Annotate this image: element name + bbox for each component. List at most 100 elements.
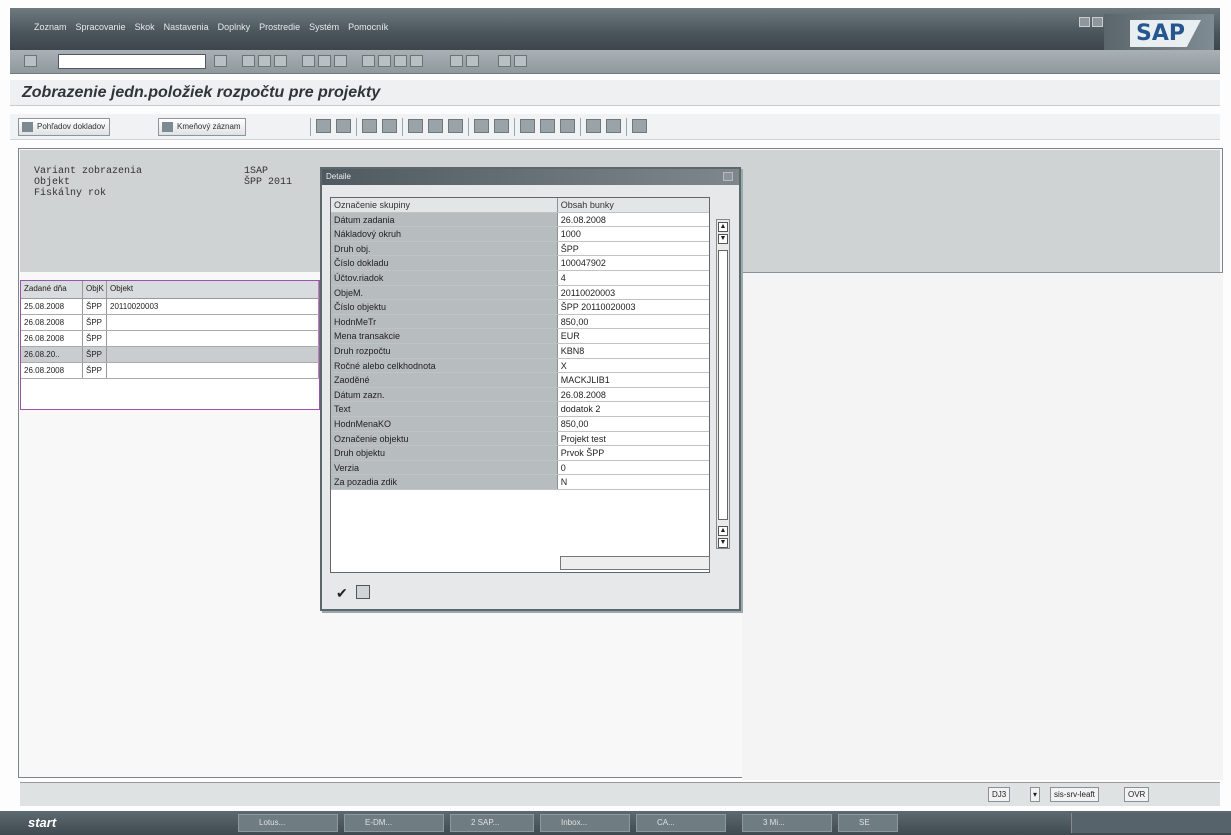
details-icon[interactable] (316, 119, 331, 133)
taskbar-button[interactable]: 2 SAP... (450, 814, 534, 832)
export-icon[interactable] (520, 119, 535, 133)
confirm-check-icon[interactable]: ✔ (336, 585, 348, 602)
menu-item[interactable]: Prostredie (259, 22, 300, 32)
save-icon[interactable] (214, 55, 227, 67)
details-row[interactable]: Za pozadia zdik N (331, 475, 709, 490)
details-row[interactable]: Nákladový okruh 1000 (331, 227, 709, 242)
last-page-icon[interactable] (410, 55, 423, 67)
minimize-button[interactable] (1079, 17, 1090, 27)
menu-item[interactable]: Pomocník (348, 22, 388, 32)
filter-icon[interactable] (336, 119, 351, 133)
details-row[interactable]: Text dodatok 2 (331, 402, 709, 417)
table-row[interactable]: 26.08.2008 ŠPP (21, 331, 319, 347)
details-row[interactable]: Dátum zadania 26.08.2008 (331, 212, 709, 228)
exit-icon[interactable] (258, 55, 271, 67)
cell-content: Prvok ŠPP (557, 446, 709, 460)
find-icon[interactable] (318, 55, 331, 67)
menu-item[interactable]: Spracovanie (76, 22, 126, 32)
details-row[interactable]: Verzia 0 (331, 460, 709, 476)
cancel-icon[interactable] (274, 55, 287, 67)
maximize-button[interactable] (1092, 17, 1103, 27)
taskbar-button[interactable]: 3 Mi... (742, 814, 832, 832)
column-header-object[interactable]: Objekt (107, 281, 319, 298)
details-row[interactable]: HodnMenaKO 850,00 (331, 416, 709, 432)
details-row[interactable]: Zaoděné MACKJLIB1 (331, 373, 709, 388)
details-row[interactable]: Ročné alebo celkhodnota X (331, 358, 709, 374)
enter-icon[interactable] (24, 55, 37, 67)
menu-item[interactable]: Skok (135, 22, 155, 32)
menu-item[interactable]: Zoznam (34, 22, 67, 32)
close-icon[interactable] (723, 172, 733, 181)
cell-content: ŠPP (557, 241, 709, 256)
new-session-icon[interactable] (450, 55, 463, 67)
group-label: Dátum zazn. (331, 387, 558, 402)
page-up-icon[interactable]: ▲ (718, 526, 728, 536)
shortcut-icon[interactable] (466, 55, 479, 67)
table-row[interactable]: 25.08.2008 ŠPP 20110020003 (21, 299, 319, 315)
print-icon[interactable] (302, 55, 315, 67)
page-down-icon[interactable]: ▼ (718, 538, 728, 548)
taskbar-button[interactable]: Lotus... (238, 814, 338, 832)
column-header-content: Obsah bunky (557, 198, 709, 212)
table-row[interactable]: 26.08.2008 ŠPP (21, 315, 319, 331)
details-row[interactable]: HodnMeTr 850,00 (331, 314, 709, 330)
layout-icon[interactable] (514, 55, 527, 67)
details-row[interactable]: Číslo objektu ŠPP 20110020003 (331, 300, 709, 315)
details-row[interactable]: Druh obj. ŠPP (331, 241, 709, 257)
prev-page-icon[interactable] (378, 55, 391, 67)
scroll-up-icon[interactable]: ▲ (718, 222, 728, 232)
scroll-thumb[interactable] (718, 250, 728, 520)
sort-ascending-icon[interactable] (362, 119, 377, 133)
cell-type: ŠPP (83, 331, 107, 346)
save-layout-icon[interactable] (448, 119, 463, 133)
taskbar-button[interactable]: Inbox... (540, 814, 630, 832)
details-row[interactable]: Druh rozpočtu KBN8 (331, 343, 709, 359)
display-document-button[interactable]: Pohľadov dokladov (18, 118, 111, 136)
table-row-selected[interactable]: 26.08.20.. ŠPP (21, 347, 319, 363)
vertical-scrollbar[interactable]: ▲ ▼ ▲ ▼ (716, 219, 730, 549)
copy-icon[interactable] (356, 585, 370, 599)
column-header-date[interactable]: Zadané dňa (21, 281, 83, 298)
mail-icon[interactable] (606, 119, 621, 133)
master-record-button[interactable]: Kmeňový záznam (158, 118, 246, 136)
subtotal-icon[interactable] (494, 119, 509, 133)
menu-item[interactable]: Doplnky (218, 22, 251, 32)
mode-field[interactable]: OVR (1124, 787, 1150, 802)
dialog-title-bar[interactable]: Detaile (322, 169, 739, 185)
details-rows: Dátum zadania 26.08.2008 Nákladový okruh 10… (331, 212, 709, 490)
select-layout-icon[interactable] (428, 119, 443, 133)
cell-object (107, 331, 319, 346)
taskbar-button[interactable]: E-DM... (344, 814, 444, 832)
help-icon[interactable] (498, 55, 511, 67)
word-processing-icon[interactable] (560, 119, 575, 133)
taskbar-button[interactable]: SE (838, 814, 898, 832)
spreadsheet-icon[interactable] (540, 119, 555, 133)
refresh-icon[interactable] (632, 119, 647, 133)
taskbar-button[interactable]: CA... (636, 814, 726, 832)
details-row[interactable]: Účtov.riadok 4 (331, 270, 709, 286)
graphic-icon[interactable] (586, 119, 601, 133)
menu-item[interactable]: Nastavenia (164, 22, 209, 32)
sort-descending-icon[interactable] (382, 119, 397, 133)
menu-item[interactable]: Systém (309, 22, 339, 32)
next-page-icon[interactable] (394, 55, 407, 67)
horizontal-scrollbar[interactable] (560, 556, 710, 570)
change-layout-icon[interactable] (408, 119, 423, 133)
table-row[interactable]: 26.08.2008 ŠPP (21, 363, 319, 379)
details-row[interactable]: ObjeM. 20110020003 (331, 285, 709, 301)
command-field[interactable] (58, 54, 206, 69)
back-icon[interactable] (242, 55, 255, 67)
details-row[interactable]: Mena transakcie EUR (331, 329, 709, 344)
details-row[interactable]: Označenie objektu Projekt test (331, 431, 709, 447)
start-button[interactable]: start (18, 814, 98, 832)
cell-object (107, 347, 319, 362)
details-row[interactable]: Druh objektu Prvok ŠPP (331, 446, 709, 461)
scroll-down-icon[interactable]: ▼ (718, 234, 728, 244)
first-page-icon[interactable] (362, 55, 375, 67)
find-next-icon[interactable] (334, 55, 347, 67)
details-row[interactable]: Dátum zazn. 26.08.2008 (331, 387, 709, 403)
column-header-objtype[interactable]: ObjK (83, 281, 107, 298)
details-row[interactable]: Číslo dokladu 100047902 (331, 256, 709, 271)
system-dropdown-icon[interactable]: ▾ (1030, 787, 1041, 802)
sum-icon[interactable] (474, 119, 489, 133)
